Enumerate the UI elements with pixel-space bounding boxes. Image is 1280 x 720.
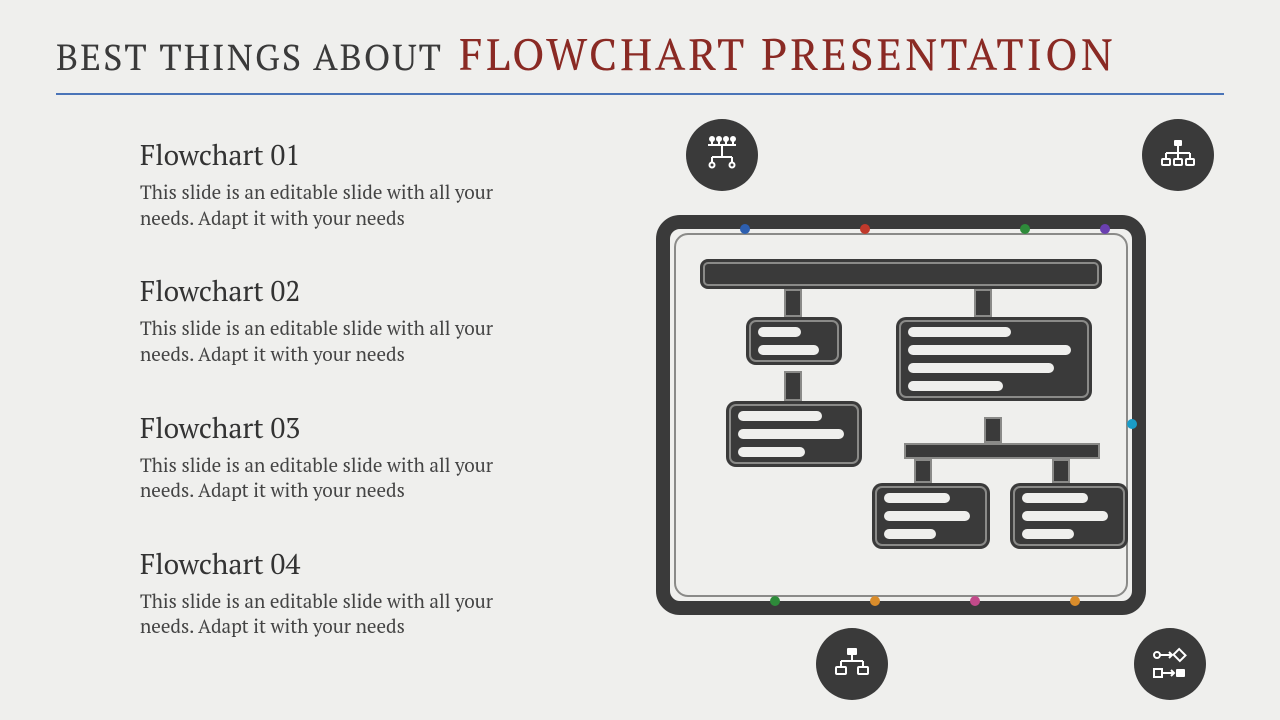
item-body: This slide is an editable slide with all… — [140, 589, 520, 640]
hierarchy-icon — [816, 628, 888, 700]
list-item: Flowchart 01 This slide is an editable s… — [140, 137, 596, 231]
flowchart-board-icon — [656, 215, 1146, 615]
item-heading: Flowchart 02 — [140, 273, 596, 310]
title-main: FLOWCHART PRESENTATION — [459, 24, 1116, 83]
item-heading: Flowchart 04 — [140, 546, 596, 583]
item-body: This slide is an editable slide with all… — [140, 316, 520, 367]
bullet-list: Flowchart 01 This slide is an editable s… — [56, 137, 596, 682]
illustration-area — [596, 137, 1224, 682]
network-tree-icon — [686, 119, 758, 191]
item-heading: Flowchart 03 — [140, 410, 596, 447]
item-heading: Flowchart 01 — [140, 137, 596, 174]
title-prefix: BEST THINGS ABOUT — [56, 34, 443, 81]
slide-title: BEST THINGS ABOUT FLOWCHART PRESENTATION — [56, 24, 1224, 83]
item-body: This slide is an editable slide with all… — [140, 453, 520, 504]
item-body: This slide is an editable slide with all… — [140, 180, 520, 231]
slide: BEST THINGS ABOUT FLOWCHART PRESENTATION… — [0, 0, 1280, 720]
org-chart-icon — [1142, 119, 1214, 191]
list-item: Flowchart 04 This slide is an editable s… — [140, 546, 596, 640]
process-flow-icon — [1134, 628, 1206, 700]
list-item: Flowchart 03 This slide is an editable s… — [140, 410, 596, 504]
content-row: Flowchart 01 This slide is an editable s… — [56, 137, 1224, 682]
list-item: Flowchart 02 This slide is an editable s… — [140, 273, 596, 367]
title-underline — [56, 93, 1224, 95]
